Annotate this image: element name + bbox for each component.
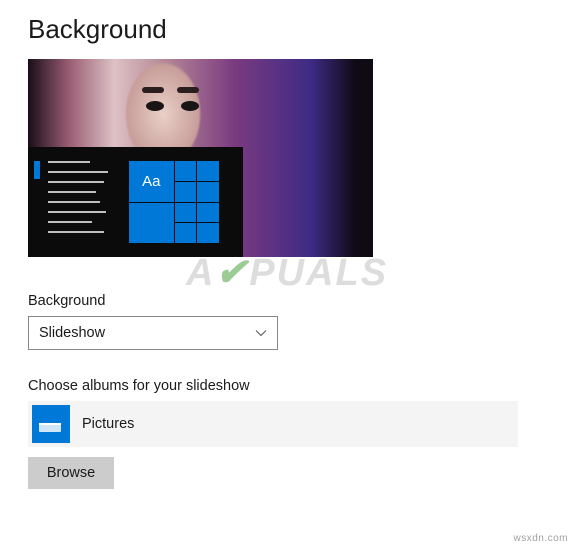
album-name: Pictures: [82, 416, 134, 432]
page-title: Background: [28, 14, 568, 45]
start-list-preview: [34, 161, 118, 241]
chevron-down-icon: [255, 327, 267, 339]
dropdown-value: Slideshow: [39, 325, 105, 341]
background-label: Background: [28, 293, 568, 309]
album-label: Choose albums for your slideshow: [28, 378, 568, 394]
start-menu-preview: Aa: [28, 147, 243, 257]
desktop-preview: Aa: [28, 59, 373, 257]
background-dropdown[interactable]: Slideshow: [28, 316, 278, 350]
accent-tile: Aa: [129, 161, 174, 202]
album-row[interactable]: Pictures: [28, 401, 518, 447]
source-watermark: wsxdn.com: [513, 533, 568, 544]
folder-icon: [32, 405, 70, 443]
tile-grid-preview: Aa: [129, 161, 219, 243]
browse-button[interactable]: Browse: [28, 457, 114, 489]
